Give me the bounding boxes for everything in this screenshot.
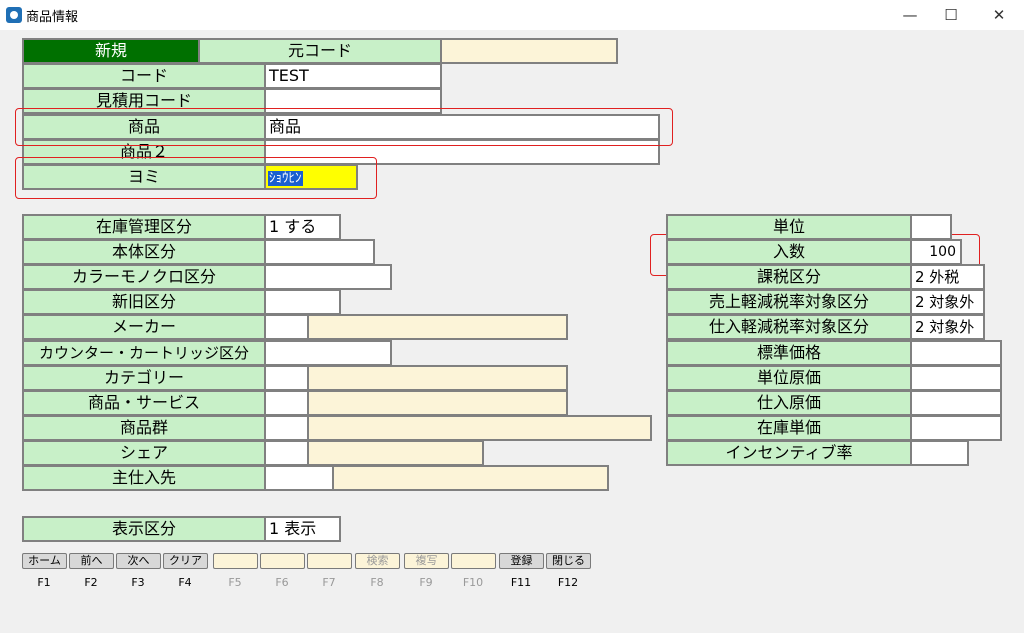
f5-button[interactable]: [213, 553, 258, 569]
body-label: 本体区分: [22, 239, 266, 265]
f9-key-label: F9: [419, 576, 433, 589]
purchase-reduced-input[interactable]: 2 対象外: [910, 314, 985, 340]
f6-button[interactable]: [260, 553, 305, 569]
inventory-label: 在庫管理区分: [22, 214, 266, 240]
app-icon: [6, 7, 22, 23]
f7-key-label: F7: [322, 576, 336, 589]
sales-reduced-input[interactable]: 2 対象外: [910, 289, 985, 315]
close-form-button[interactable]: 閉じる: [546, 553, 591, 569]
service-code-input[interactable]: [264, 390, 309, 416]
display-input[interactable]: 1 表示: [264, 516, 341, 542]
search-button[interactable]: 検索: [355, 553, 400, 569]
title-bar: 商品情報 — ☐ ✕: [0, 0, 1024, 30]
new-button[interactable]: 新規: [22, 38, 200, 64]
group-label: 商品群: [22, 415, 266, 441]
f10-key-label: F10: [462, 576, 484, 589]
clear-button[interactable]: クリア: [163, 553, 208, 569]
f10-button[interactable]: [451, 553, 496, 569]
stock-unit-price-input[interactable]: [910, 415, 1002, 441]
supplier-label: 主仕入先: [22, 465, 266, 491]
incentive-label: インセンティブ率: [666, 440, 912, 466]
color-input[interactable]: [264, 264, 392, 290]
prev-button[interactable]: 前へ: [69, 553, 114, 569]
counter-label: カウンター・カートリッジ区分: [22, 340, 266, 366]
share-label: シェア: [22, 440, 266, 466]
code-input[interactable]: TEST: [264, 63, 442, 89]
newold-input[interactable]: [264, 289, 341, 315]
maker-code-input[interactable]: [264, 314, 309, 340]
code-label: コード: [22, 63, 266, 89]
quantity-input[interactable]: 100: [910, 239, 962, 265]
color-label: カラーモノクロ区分: [22, 264, 266, 290]
inventory-input[interactable]: 1 する: [264, 214, 341, 240]
highlight-product: [15, 108, 673, 146]
next-button[interactable]: 次へ: [116, 553, 161, 569]
register-button[interactable]: 登録: [499, 553, 544, 569]
unit-cost-input[interactable]: [910, 365, 1002, 391]
counter-input[interactable]: [264, 340, 392, 366]
maximize-button[interactable]: ☐: [928, 0, 974, 30]
share-name-field: [307, 440, 484, 466]
f12-key-label: F12: [557, 576, 579, 589]
maker-name-field: [307, 314, 568, 340]
category-code-input[interactable]: [264, 365, 309, 391]
body-input[interactable]: [264, 239, 375, 265]
maker-label: メーカー: [22, 314, 266, 340]
f3-key-label: F3: [131, 576, 145, 589]
f7-button[interactable]: [307, 553, 352, 569]
home-button[interactable]: ホーム: [22, 553, 67, 569]
unit-input[interactable]: [910, 214, 952, 240]
service-name-field: [307, 390, 568, 416]
supplier-name-field: [332, 465, 609, 491]
std-price-input[interactable]: [910, 340, 1002, 366]
copy-button[interactable]: 複写: [404, 553, 449, 569]
unit-label: 単位: [666, 214, 912, 240]
stock-unit-price-label: 在庫単価: [666, 415, 912, 441]
group-code-input[interactable]: [264, 415, 309, 441]
highlight-yomi: [15, 157, 377, 199]
purchase-cost-label: 仕入原価: [666, 390, 912, 416]
f4-key-label: F4: [178, 576, 192, 589]
quantity-label: 入数: [666, 239, 912, 265]
tax-input[interactable]: 2 外税: [910, 264, 985, 290]
original-code-input[interactable]: [440, 38, 618, 64]
purchase-reduced-label: 仕入軽減税率対象区分: [666, 314, 912, 340]
f1-key-label: F1: [37, 576, 51, 589]
window-title: 商品情報: [26, 10, 79, 25]
service-label: 商品・サービス: [22, 390, 266, 416]
purchase-cost-input[interactable]: [910, 390, 1002, 416]
minimize-button[interactable]: —: [887, 0, 933, 30]
newold-label: 新旧区分: [22, 289, 266, 315]
unit-cost-label: 単位原価: [666, 365, 912, 391]
f2-key-label: F2: [84, 576, 98, 589]
category-label: カテゴリー: [22, 365, 266, 391]
f6-key-label: F6: [275, 576, 289, 589]
f11-key-label: F11: [510, 576, 532, 589]
category-name-field: [307, 365, 568, 391]
tax-label: 課税区分: [666, 264, 912, 290]
sales-reduced-label: 売上軽減税率対象区分: [666, 289, 912, 315]
group-name-field: [307, 415, 652, 441]
original-code-label: 元コード: [198, 38, 442, 64]
display-label: 表示区分: [22, 516, 266, 542]
supplier-code-input[interactable]: [264, 465, 334, 491]
share-code-input[interactable]: [264, 440, 309, 466]
f5-key-label: F5: [228, 576, 242, 589]
incentive-input[interactable]: [910, 440, 969, 466]
std-price-label: 標準価格: [666, 340, 912, 366]
f8-key-label: F8: [370, 576, 384, 589]
close-button[interactable]: ✕: [976, 0, 1022, 30]
